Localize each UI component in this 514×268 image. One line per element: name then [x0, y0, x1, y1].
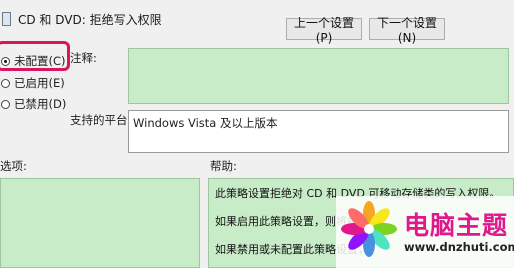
- radio-label: 已启用(E): [14, 76, 65, 90]
- platform-value: Windows Vista 及以上版本: [133, 116, 278, 130]
- watermark-url: www.dnzhuti.com: [404, 240, 514, 254]
- radio-unselected-icon: [1, 99, 10, 109]
- options-label: 选项:: [0, 159, 27, 173]
- radio-unselected-icon: [1, 78, 10, 88]
- next-setting-button[interactable]: 下一个设置(N): [369, 16, 445, 45]
- radio-disabled[interactable]: 已禁用(D): [1, 96, 66, 112]
- window-title: CD 和 DVD: 拒绝写入权限: [18, 13, 162, 27]
- radio-label: 未配置(C): [14, 54, 66, 68]
- flower-logo-icon: [341, 201, 397, 257]
- note-textarea[interactable]: [128, 48, 509, 104]
- radio-selected-icon: [1, 56, 10, 66]
- radio-label: 已禁用(D): [14, 97, 67, 111]
- help-label: 帮助:: [210, 159, 237, 173]
- options-panel: [0, 178, 200, 268]
- watermark-title: 电脑主题: [404, 211, 509, 240]
- radio-enabled[interactable]: 已启用(E): [1, 75, 65, 91]
- watermark: 电脑主题 www.dnzhuti.com: [336, 196, 514, 268]
- supported-platform-field: Windows Vista 及以上版本: [128, 110, 509, 153]
- radio-not-configured[interactable]: 未配置(C): [1, 53, 66, 69]
- policy-settings-dialog: CD 和 DVD: 拒绝写入权限 上一个设置(P) 下一个设置(N) 未配置(C…: [0, 0, 514, 268]
- note-label: 注释:: [70, 51, 97, 65]
- policy-setting-icon: [2, 12, 11, 26]
- platform-label: 支持的平台:: [70, 113, 132, 127]
- previous-setting-button[interactable]: 上一个设置(P): [286, 16, 362, 45]
